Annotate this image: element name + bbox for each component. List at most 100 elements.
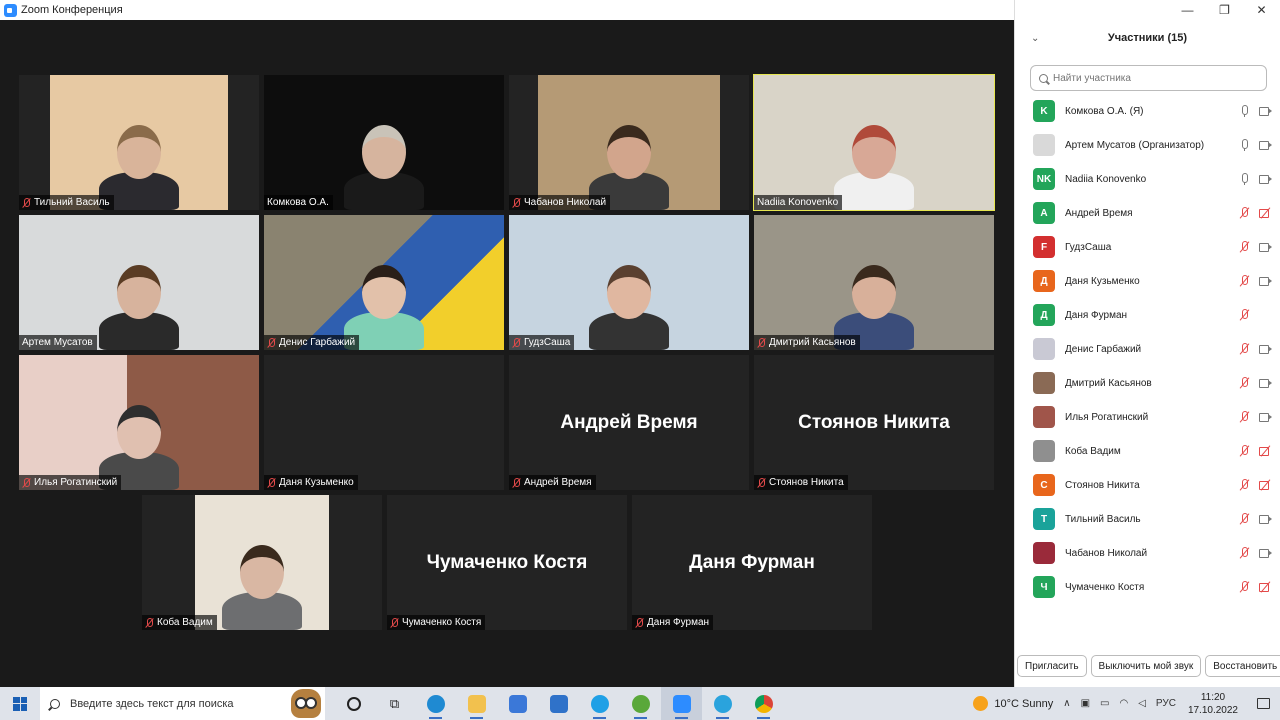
participant-row[interactable]: Дмитрий Касьянов <box>1015 366 1280 400</box>
participant-face <box>240 545 284 599</box>
store-icon[interactable] <box>497 687 538 720</box>
volume-icon[interactable]: ◁ <box>1138 698 1146 709</box>
task-view-icon[interactable]: ⧉ <box>374 687 415 720</box>
camera-off-icon[interactable] <box>1259 445 1272 457</box>
participant-row[interactable]: T Тильний Василь <box>1015 502 1280 536</box>
cortana-icon[interactable] <box>333 687 374 720</box>
microphone-muted-icon[interactable] <box>1238 513 1251 525</box>
camera-icon[interactable] <box>1259 241 1272 253</box>
camera-icon[interactable] <box>1259 411 1272 423</box>
video-tile[interactable]: Чабанов Николай <box>509 75 749 210</box>
camera-icon[interactable] <box>1259 343 1272 355</box>
invite-button[interactable]: Пригласить <box>1017 655 1087 677</box>
chevron-down-icon[interactable]: ⌄ <box>1031 33 1039 44</box>
participant-row[interactable]: Артем Мусатов (Организатор) <box>1015 128 1280 162</box>
telegram-icon[interactable] <box>702 687 743 720</box>
participant-row[interactable]: Чабанов Николай <box>1015 536 1280 570</box>
mute-self-button[interactable]: Выключить мой звук <box>1090 655 1202 677</box>
camera-icon[interactable] <box>1259 105 1272 117</box>
meet-now-icon[interactable]: ▣ <box>1081 698 1090 709</box>
language-indicator[interactable]: РУС <box>1156 698 1176 709</box>
network-icon[interactable]: ◠ <box>1119 698 1128 709</box>
maximize-button[interactable]: ❐ <box>1206 0 1243 20</box>
panel-actions: Пригласить Выключить мой звук Восстанови… <box>1017 655 1280 677</box>
weather-text[interactable]: 10°C Sunny <box>994 698 1053 710</box>
microphone-muted-icon[interactable] <box>1238 581 1251 593</box>
camera-off-icon[interactable] <box>1259 479 1272 491</box>
participant-row[interactable]: Ч Чумаченко Костя <box>1015 570 1280 604</box>
video-tile[interactable]: Дмитрий Касьянов <box>754 215 994 350</box>
video-tile[interactable]: Денис Гарбажий <box>264 215 504 350</box>
microphone-muted-icon[interactable] <box>1238 479 1251 491</box>
video-tile[interactable]: Nadiia Konovenko <box>753 74 995 211</box>
file-explorer-icon[interactable] <box>456 687 497 720</box>
camera-icon[interactable] <box>1259 139 1272 151</box>
video-tile[interactable]: Комкова О.А. <box>264 75 504 210</box>
participant-row[interactable]: Д Даня Фурман <box>1015 298 1280 332</box>
participant-row[interactable]: С Стоянов Никита <box>1015 468 1280 502</box>
camera-off-icon[interactable] <box>1259 207 1272 219</box>
edge-icon[interactable] <box>415 687 456 720</box>
camera-icon[interactable] <box>1259 173 1272 185</box>
camera-icon[interactable] <box>1259 547 1272 559</box>
participant-row[interactable]: A Андрей Время <box>1015 196 1280 230</box>
microphone-icon[interactable] <box>1238 105 1251 117</box>
camera-icon[interactable] <box>1259 513 1272 525</box>
video-tile[interactable]: Чумаченко Костя Чумаченко Костя <box>387 495 627 630</box>
video-tile[interactable]: Даня Кузьменко <box>264 355 504 490</box>
chevron-up-icon[interactable]: ∧ <box>1063 698 1070 709</box>
mic-muted-icon <box>145 617 154 628</box>
participant-row[interactable]: Коба Вадим <box>1015 434 1280 468</box>
participant-row[interactable]: Илья Рогатинский <box>1015 400 1280 434</box>
clock[interactable]: 11:20 17.10.2022 <box>1188 691 1238 717</box>
microphone-muted-icon[interactable] <box>1238 241 1251 253</box>
participant-row[interactable]: F ГудзСаша <box>1015 230 1280 264</box>
tile-name-tag: Коба Вадим <box>142 615 217 630</box>
participant-status-icons <box>1238 343 1272 355</box>
microphone-muted-icon[interactable] <box>1238 547 1251 559</box>
participant-face <box>852 125 896 179</box>
video-tile[interactable]: Тильний Василь <box>19 75 259 210</box>
camera-off-icon[interactable] <box>1259 581 1272 593</box>
microphone-muted-icon[interactable] <box>1238 207 1251 219</box>
microphone-muted-icon[interactable] <box>1238 411 1251 423</box>
chrome-icon[interactable] <box>743 687 784 720</box>
close-button[interactable]: ✕ <box>1243 0 1280 20</box>
video-tile[interactable]: Даня Фурман Даня Фурман <box>632 495 872 630</box>
video-tile[interactable]: ГудзСаша <box>509 215 749 350</box>
video-tile[interactable]: Илья Рогатинский <box>19 355 259 490</box>
video-tile[interactable]: Коба Вадим <box>142 495 382 630</box>
microphone-icon[interactable] <box>1238 173 1251 185</box>
video-tile[interactable]: Стоянов Никита Стоянов Никита <box>754 355 994 490</box>
microphone-icon[interactable] <box>1238 139 1251 151</box>
participant-row[interactable]: K Комкова О.А. (Я) <box>1015 94 1280 128</box>
participant-row[interactable]: Д Даня Кузьменко <box>1015 264 1280 298</box>
window-controls: — ❐ ✕ <box>1169 0 1280 20</box>
avatar: Ч <box>1033 576 1055 598</box>
taskbar-search[interactable]: Введите здесь текст для поиска <box>40 687 325 720</box>
battery-icon[interactable]: ▭ <box>1100 698 1109 709</box>
participant-row[interactable]: NK Nadiia Konovenko <box>1015 162 1280 196</box>
video-tile[interactable]: Артем Мусатов <box>19 215 259 350</box>
restore-button[interactable]: Восстановить <box>1205 655 1280 677</box>
microphone-muted-icon[interactable] <box>1238 377 1251 389</box>
mail-icon[interactable] <box>538 687 579 720</box>
microphone-muted-icon[interactable] <box>1238 445 1251 457</box>
microphone-muted-icon[interactable] <box>1238 275 1251 287</box>
microphone-muted-icon[interactable] <box>1238 343 1251 355</box>
video-tile[interactable]: Андрей Время Андрей Время <box>509 355 749 490</box>
skype-icon[interactable] <box>579 687 620 720</box>
minimize-button[interactable]: — <box>1169 0 1206 20</box>
utorrent-icon[interactable] <box>620 687 661 720</box>
participant-search-input[interactable] <box>1053 72 1243 84</box>
camera-icon[interactable] <box>1259 275 1272 287</box>
zoom-icon[interactable] <box>661 687 702 720</box>
participant-status-icons <box>1238 173 1272 185</box>
participant-row[interactable]: Денис Гарбажий <box>1015 332 1280 366</box>
camera-icon[interactable] <box>1259 377 1272 389</box>
microphone-muted-icon[interactable] <box>1238 309 1251 321</box>
avatar: NK <box>1033 168 1055 190</box>
start-button[interactable] <box>0 687 40 720</box>
tile-name: Даня Кузьменко <box>279 477 354 488</box>
notifications-icon[interactable] <box>1246 698 1280 709</box>
